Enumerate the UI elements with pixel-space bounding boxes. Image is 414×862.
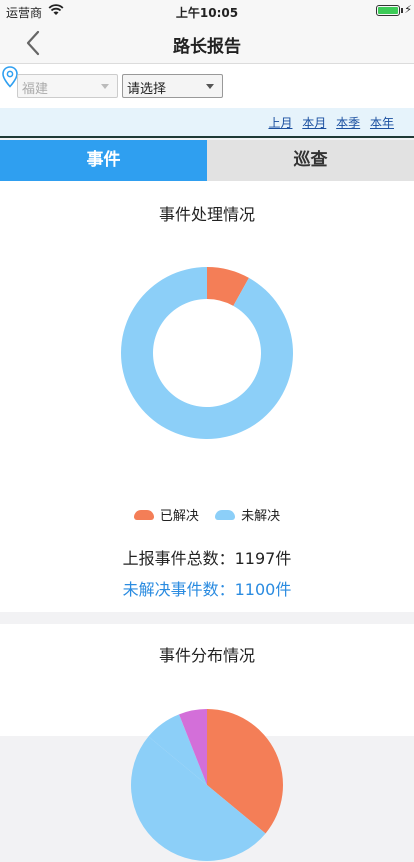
period-this-month-link[interactable]: 本月 (302, 116, 326, 130)
legend-item-resolved[interactable]: 已解决 (133, 505, 199, 524)
chevron-down-icon (101, 84, 109, 89)
event-status-donut-chart (121, 267, 293, 439)
battery-icon (376, 5, 400, 16)
unresolved-events-text: 未解决事件数：1100件 (122, 580, 292, 599)
event-distribution-pie-chart (131, 709, 283, 861)
chevron-down-icon (206, 84, 214, 89)
legend-item-unresolved[interactable]: 未解决 (215, 505, 280, 524)
tab-events[interactable]: 事件 (0, 140, 207, 181)
tab-bar: 事件 巡查 (0, 140, 414, 181)
district-select[interactable]: 请选择 (122, 74, 223, 98)
period-filter-row: 上月 本月 本季 本年 (0, 108, 414, 138)
event-distribution-card: 事件分布情况 (0, 624, 414, 861)
district-select-value: 请选择 (127, 82, 167, 97)
event-status-title: 事件处理情况 (158, 205, 255, 224)
legend-swatch-resolved (133, 509, 154, 520)
period-this-year-link[interactable]: 本年 (370, 116, 394, 130)
event-distribution-title: 事件分布情况 (158, 646, 255, 665)
legend-swatch-unresolved (215, 509, 236, 520)
province-select: 福建 (17, 74, 118, 98)
event-status-slice-1[interactable] (121, 267, 293, 439)
navigation-bar: 路长报告 (0, 22, 414, 64)
province-select-value: 福建 (22, 82, 49, 97)
status-time: 上午10:05 (175, 6, 239, 20)
total-events-text: 上报事件总数：1197件 (122, 549, 292, 568)
filter-row: 福建 请选择 (0, 64, 414, 108)
period-this-quarter-link[interactable]: 本季 (336, 116, 360, 130)
status-bar: 运营商 上午10:05 ⚡ (0, 0, 414, 22)
legend-label-unresolved: 未解决 (241, 509, 281, 524)
period-last-month-link[interactable]: 上月 (268, 116, 292, 130)
tab-patrol[interactable]: 巡查 (207, 140, 414, 181)
charging-icon: ⚡ (404, 3, 412, 16)
page-title: 路长报告 (173, 37, 241, 57)
chart-legend: 已解决 未解决 (0, 505, 414, 524)
event-status-card: 事件处理情况 已解决 未解决 上报事件总数：1197件 未解决事件数：1100件 (0, 181, 414, 612)
legend-label-resolved: 已解决 (159, 509, 199, 524)
